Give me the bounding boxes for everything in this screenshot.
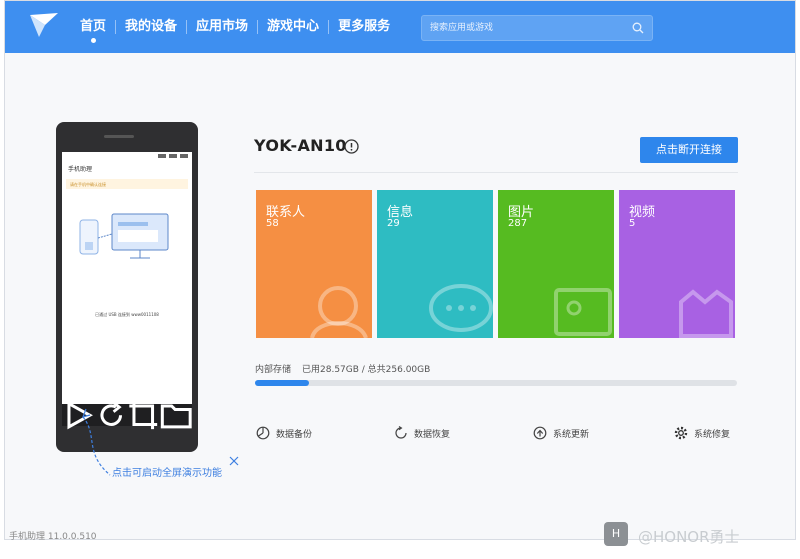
action-label: 数据备份 (276, 429, 313, 440)
active-indicator (91, 38, 96, 43)
top-bar: 首页 我的设备 应用市场 游戏中心 更多服务 (5, 1, 795, 53)
phone-mirror[interactable]: 手机助理 请在手机中确认连接 已通过 USB 连接到 www0011108 (56, 122, 198, 452)
tile-videos[interactable]: 视频 5 (619, 190, 735, 338)
storage-bar (255, 380, 737, 386)
tile-count: 5 (629, 218, 636, 229)
nav-app-market[interactable]: 应用市场 (187, 1, 257, 53)
storage-bar-fill (255, 380, 309, 386)
search-icon[interactable] (632, 22, 644, 34)
tile-count: 287 (508, 218, 528, 229)
main-nav: 首页 我的设备 应用市场 游戏中心 更多服务 (71, 1, 399, 53)
phone-status-bar (62, 152, 192, 160)
phone-speaker (104, 135, 134, 138)
restore-icon (395, 426, 407, 439)
action-label: 数据恢复 (414, 429, 451, 440)
version-text: 手机助理 11.0.0.510 (9, 532, 97, 542)
header-divider (254, 172, 738, 173)
system-repair-button[interactable]: 系统修复 (674, 426, 730, 440)
hint-close-icon[interactable] (229, 456, 239, 466)
info-icon[interactable] (344, 139, 359, 154)
nav-more-services[interactable]: 更多服务 (329, 1, 399, 53)
phone-screen[interactable]: 手机助理 请在手机中确认连接 已通过 USB 连接到 www0011108 (62, 152, 192, 404)
fullscreen-hint-text: 点击可启动全屏演示功能 (112, 468, 222, 479)
watermark-badge: H (604, 522, 628, 546)
app-logo-icon (30, 13, 58, 37)
phone-connection-text: 已通过 USB 连接到 www0011108 (95, 312, 159, 317)
restore-button[interactable]: 数据恢复 (394, 426, 450, 440)
tile-messages[interactable]: 信息 29 (377, 190, 493, 338)
folder-icon[interactable] (160, 399, 193, 432)
crop-screenshot-icon[interactable] (127, 399, 160, 432)
disconnect-button[interactable]: 点击断开连接 (640, 137, 738, 163)
backup-button[interactable]: 数据备份 (256, 426, 312, 440)
watermark-text: @HONOR勇士 (638, 528, 740, 546)
search-box (421, 15, 653, 41)
update-icon (533, 426, 547, 440)
watermark: H @HONOR勇士 (604, 522, 794, 550)
storage-used-text: 已用28.57GB / 总共256.00GB (302, 365, 431, 375)
tile-pictures[interactable]: 图片 287 (498, 190, 614, 338)
pc-phone-illustration (79, 213, 169, 259)
nav-home[interactable]: 首页 (71, 1, 115, 53)
device-name: YOK-AN10 (254, 136, 347, 155)
phone-screen-title: 手机助理 (68, 166, 93, 173)
tile-contacts[interactable]: 联系人 58 (256, 190, 372, 338)
action-label: 系统修复 (694, 429, 731, 440)
system-update-button[interactable]: 系统更新 (533, 426, 589, 440)
tile-count: 58 (266, 218, 279, 229)
tile-count: 29 (387, 218, 400, 229)
action-label: 系统更新 (553, 429, 590, 440)
storage-label: 内部存储 (255, 365, 292, 375)
phone-screen-warning: 请在手机中确认连接 (66, 179, 188, 189)
nav-my-devices[interactable]: 我的设备 (116, 1, 186, 53)
search-input[interactable] (430, 20, 620, 36)
backup-icon (256, 426, 270, 440)
repair-gear-icon (674, 426, 688, 440)
nav-game-center[interactable]: 游戏中心 (258, 1, 328, 53)
